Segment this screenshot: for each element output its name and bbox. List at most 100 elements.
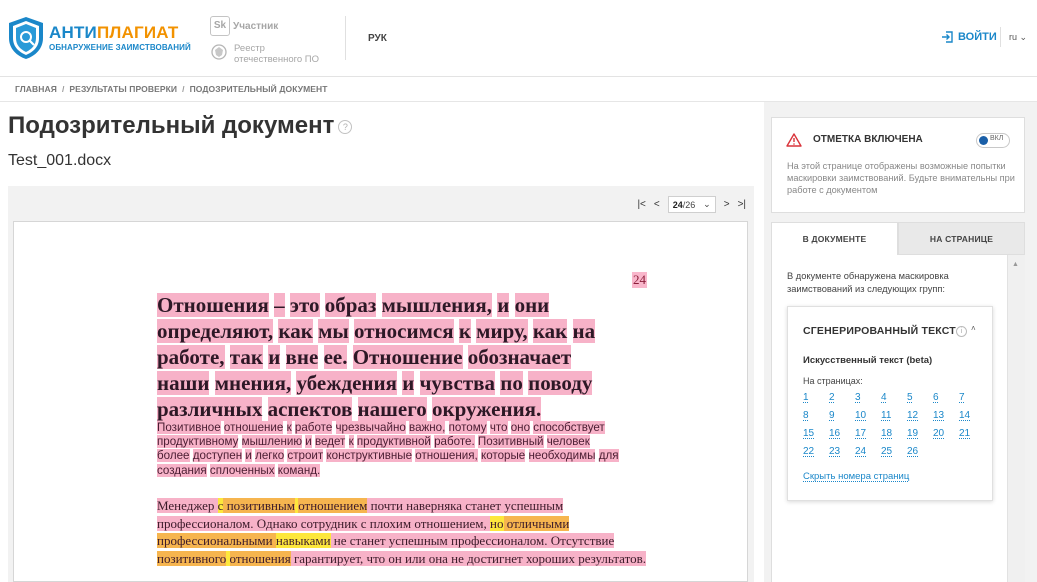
- para1-word: к: [286, 421, 292, 434]
- page-link[interactable]: 8: [803, 410, 829, 421]
- para1-word: конструктивные: [326, 449, 413, 463]
- heading-word: мнения,: [214, 371, 292, 395]
- para1-word: продуктивной: [356, 435, 431, 449]
- para1-word: и: [305, 435, 312, 449]
- toggle-knob: [979, 136, 988, 145]
- group-title[interactable]: СГЕНЕРИРОВАННЫЙ ТЕКСТ: [803, 325, 956, 337]
- para2-segment: позитивным: [226, 498, 295, 513]
- para1-word: команд.: [277, 463, 321, 477]
- page-select-value: 24/26: [673, 200, 696, 210]
- page-link[interactable]: 17: [855, 428, 881, 439]
- heading-word: определяют,: [157, 319, 274, 343]
- brand-part1: АНТИ: [49, 23, 97, 42]
- page-link[interactable]: 13: [933, 410, 959, 421]
- first-page-button[interactable]: |<: [637, 199, 645, 210]
- last-page-button[interactable]: >|: [738, 199, 746, 210]
- para2-segment: позитивного: [157, 550, 227, 566]
- para1-word: отношение: [223, 421, 284, 434]
- para2-segment: навыками: [275, 533, 331, 548]
- page-link[interactable]: 5: [907, 392, 933, 403]
- panel-scrollbar[interactable]: ▲: [1007, 255, 1025, 582]
- document-page-number: 24: [632, 272, 647, 288]
- page-link[interactable]: 10: [855, 410, 881, 421]
- header-divider-2: [1000, 27, 1001, 47]
- para1-word: способствует: [533, 421, 605, 434]
- breadcrumb-results[interactable]: РЕЗУЛЬТАТЫ ПРОВЕРКИ: [69, 84, 177, 94]
- page-link[interactable]: 22: [803, 446, 829, 457]
- page-link[interactable]: 1: [803, 392, 829, 403]
- page-link[interactable]: 4: [881, 392, 907, 403]
- help-icon[interactable]: ?: [338, 119, 353, 134]
- brand-name: АНТИПЛАГИАТ: [49, 24, 191, 42]
- para1-word: необходимы: [528, 449, 596, 463]
- page-link[interactable]: 9: [829, 410, 855, 421]
- heading-word: вне: [285, 345, 319, 369]
- para1-word: более: [157, 449, 190, 463]
- para1-word: доступен: [192, 449, 243, 463]
- chevron-up-icon[interactable]: ˄: [971, 324, 976, 333]
- para1-word: важно,: [409, 421, 446, 434]
- para2-segment: Менеджер: [157, 498, 218, 513]
- page-link[interactable]: 12: [907, 410, 933, 421]
- page-title-text: Подозрительный документ: [8, 112, 335, 139]
- page-link[interactable]: 14: [959, 410, 985, 421]
- masking-alert-card: ОТМЕТКА ВКЛЮЧЕНА ВКЛ На этой странице от…: [771, 117, 1025, 213]
- breadcrumb-home[interactable]: ГЛАВНАЯ: [15, 84, 57, 94]
- page-link[interactable]: 11: [881, 410, 907, 421]
- masking-intro: В документе обнаружена маскировка заимст…: [787, 271, 949, 294]
- page-link[interactable]: 20: [933, 428, 959, 439]
- login-button[interactable]: ВОЙТИ: [941, 31, 997, 43]
- tab-in-document[interactable]: В ДОКУМЕНТЕ: [771, 222, 898, 255]
- para1-word: для: [598, 449, 619, 463]
- page-select[interactable]: 24/26 ⌄: [667, 196, 716, 213]
- emblem-icon: [211, 44, 227, 60]
- para1-word: продуктивному: [157, 435, 239, 449]
- page-link[interactable]: 2: [829, 392, 855, 403]
- page-link[interactable]: 18: [881, 428, 907, 439]
- brand[interactable]: АНТИПЛАГИАТ ОБНАРУЖЕНИЕ ЗАИМСТВОВАНИЙ: [49, 24, 191, 53]
- next-page-button[interactable]: >: [724, 199, 730, 210]
- page-link[interactable]: 19: [907, 428, 933, 439]
- page-link[interactable]: 26: [907, 446, 933, 457]
- scroll-up-icon[interactable]: ▲: [1012, 261, 1019, 268]
- role-label[interactable]: РУК: [368, 33, 387, 44]
- brand-part2: ПЛАГИАТ: [96, 23, 179, 42]
- document-paragraph-1: Позитивное отношение к работе чрезвычайн…: [157, 421, 619, 478]
- para2-segment: не станет успешным профессионалом. Отсут…: [330, 533, 615, 548]
- antiplagiat-shield-logo[interactable]: [8, 16, 44, 60]
- prev-page-button[interactable]: <: [654, 199, 660, 210]
- para1-word: к: [348, 435, 354, 449]
- current-page: 24: [672, 199, 683, 210]
- heading-word: относимся: [354, 319, 454, 343]
- page-link[interactable]: 25: [881, 446, 907, 457]
- page-link[interactable]: 23: [829, 446, 855, 457]
- page-link[interactable]: 7: [959, 392, 985, 403]
- heading-word: так: [229, 345, 263, 369]
- page-link[interactable]: 6: [933, 392, 959, 403]
- page-link[interactable]: 24: [855, 446, 881, 457]
- tab-on-page[interactable]: НА СТРАНИЦЕ: [898, 222, 1025, 255]
- para1-word: что: [489, 421, 508, 434]
- para1-word: потому: [448, 421, 487, 434]
- language-select[interactable]: ru ⌄: [1009, 32, 1027, 43]
- page-link[interactable]: 3: [855, 392, 881, 403]
- page-link[interactable]: 15: [803, 428, 829, 439]
- heading-word: и: [402, 371, 415, 395]
- heading-word: образ: [324, 293, 377, 317]
- masking-toggle[interactable]: ВКЛ: [976, 133, 1010, 148]
- hide-pages-link[interactable]: Скрыть номера страниц: [803, 471, 909, 482]
- heading-word: ее.: [323, 345, 348, 369]
- heading-word: поводу: [528, 371, 593, 395]
- para1-word: легко: [255, 449, 285, 463]
- para2-segment: гарантирует, что он или она не достигнет…: [290, 550, 647, 566]
- breadcrumb: ГЛАВНАЯ / РЕЗУЛЬТАТЫ ПРОВЕРКИ / ПОДОЗРИТЕЛЬН…: [15, 84, 328, 94]
- chevron-down-icon: ⌄: [703, 199, 711, 209]
- document-viewer: |< < 24/26 ⌄ > >| 24 Отношения – это обр…: [8, 186, 754, 582]
- page-link[interactable]: 21: [959, 428, 985, 439]
- heading-word: Отношения: [157, 293, 269, 317]
- para1-word: строит: [287, 449, 324, 463]
- para1-word: ведет: [314, 435, 346, 449]
- toggle-label: ВКЛ: [990, 135, 1004, 142]
- info-icon[interactable]: i: [956, 326, 967, 337]
- page-link[interactable]: 16: [829, 428, 855, 439]
